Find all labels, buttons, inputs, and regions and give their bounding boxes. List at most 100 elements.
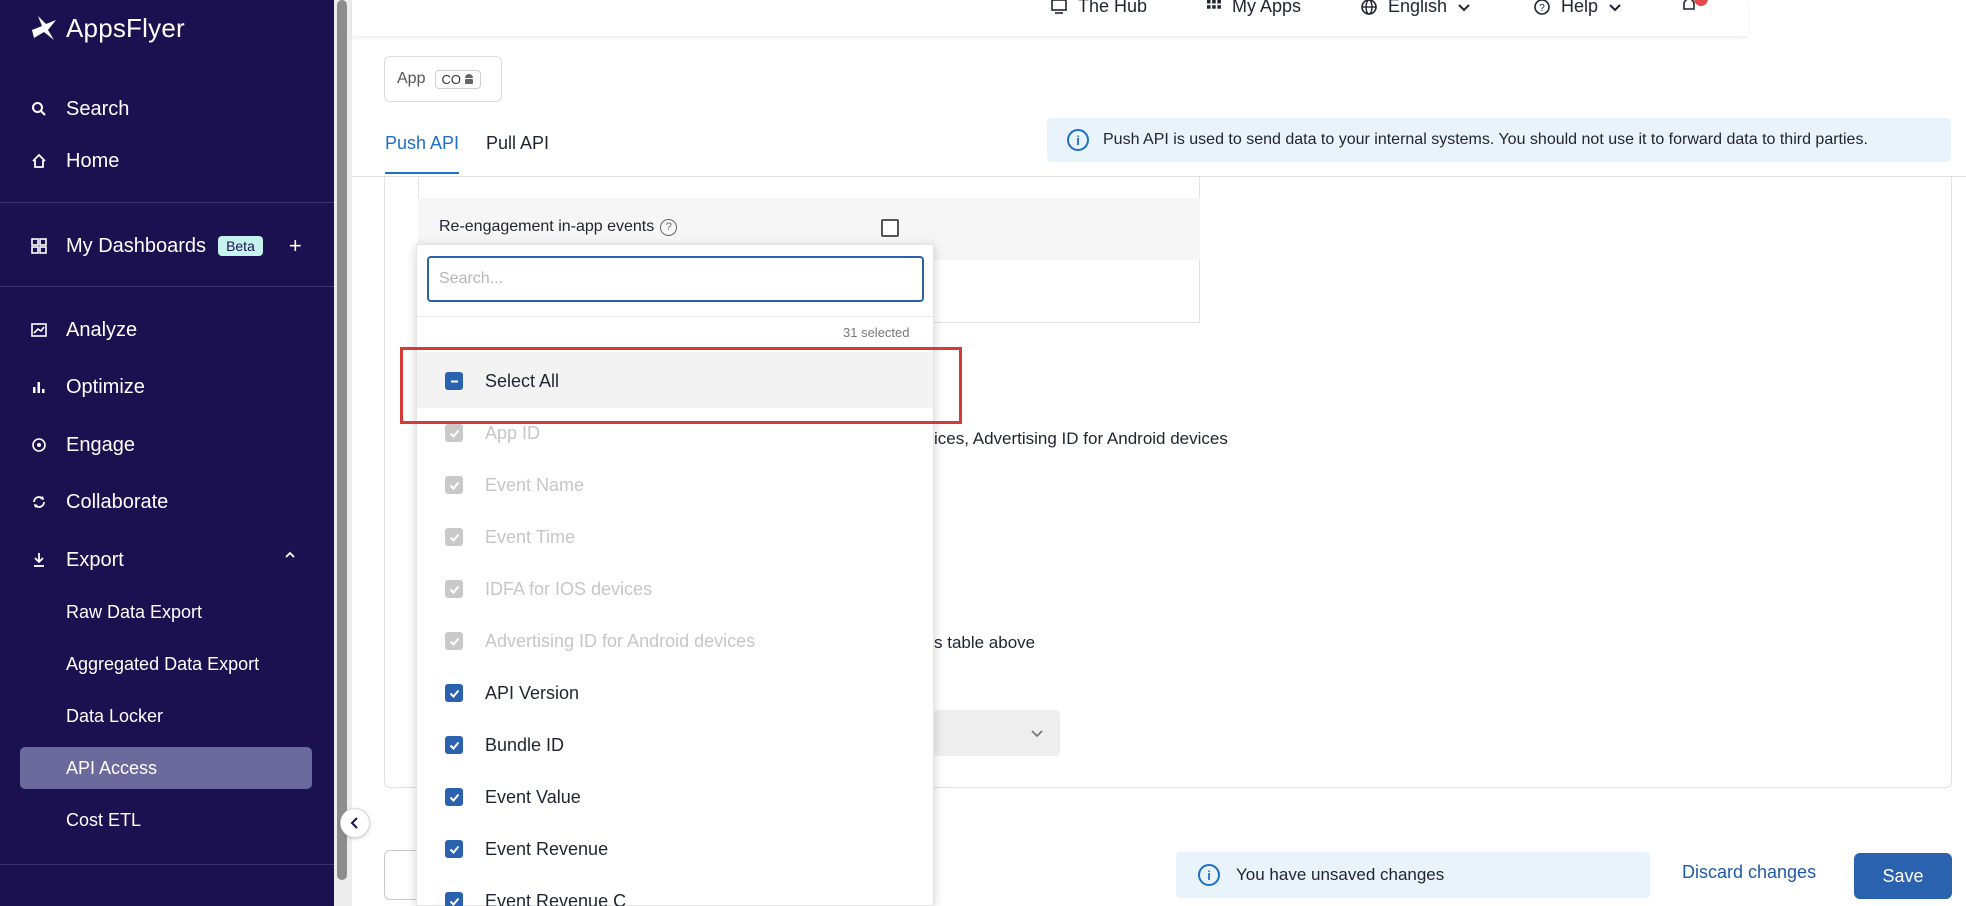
- search-icon: [30, 100, 48, 118]
- sidebar-item-home[interactable]: Home: [30, 143, 119, 179]
- globe-icon: [1361, 0, 1377, 15]
- option-label: App ID: [485, 422, 541, 443]
- sidebar-item-api-access[interactable]: API Access: [66, 751, 157, 785]
- chevron-left-icon: [350, 817, 358, 829]
- apps-grid-icon: [1207, 0, 1221, 9]
- help-menu[interactable]: ? Help: [1533, 0, 1622, 17]
- sidebar-item-optimize[interactable]: Optimize: [30, 369, 145, 405]
- sidebar-item-raw-data-export[interactable]: Raw Data Export: [66, 595, 202, 629]
- dropdown-option: IDFA for IOS devices: [445, 574, 652, 604]
- option-label: Event Time: [485, 526, 576, 547]
- option-label: Event Revenue C: [485, 890, 627, 906]
- add-dashboard-button[interactable]: +: [289, 233, 302, 259]
- checkbox-checked-icon: [445, 632, 463, 650]
- info-banner-text: Push API is used to send data to your in…: [1103, 131, 1868, 148]
- option-label: Bundle ID: [485, 734, 565, 755]
- dropdown-option[interactable]: Event Revenue: [445, 834, 608, 864]
- sidebar-scrollbar[interactable]: [337, 0, 347, 880]
- checkbox-checked-icon: [445, 580, 463, 598]
- sidebar-item-analyze[interactable]: Analyze: [30, 312, 137, 348]
- hub-label: The Hub: [1078, 0, 1148, 16]
- checkbox-checked-icon: [445, 788, 463, 806]
- option-label: Event Value: [485, 786, 581, 807]
- sidebar-item-data-locker[interactable]: Data Locker: [66, 699, 163, 733]
- reengagement-checkbox[interactable]: [881, 219, 899, 237]
- sidebar-item-label: Home: [66, 149, 120, 172]
- app-selector-label: App: [397, 70, 426, 87]
- my-apps-link[interactable]: My Apps: [1206, 0, 1301, 17]
- save-button[interactable]: Save: [1854, 853, 1952, 899]
- dropdown-option[interactable]: Bundle ID: [445, 730, 564, 760]
- sidebar-item-label: Export: [66, 548, 124, 571]
- option-label: Event Revenue: [485, 838, 609, 859]
- option-label: API Version: [485, 682, 580, 703]
- selected-count: 31 selected: [843, 325, 910, 340]
- option-label: Event Name: [485, 474, 585, 495]
- dropdown-option[interactable]: Event Value: [445, 782, 581, 812]
- chevron-up-icon[interactable]: [283, 548, 297, 567]
- reengagement-label: Re-engagement in-app events: [439, 218, 655, 235]
- option-label: Advertising ID for Android devices: [485, 630, 756, 651]
- info-icon: i: [1067, 129, 1089, 151]
- tab-pull-api[interactable]: Pull API: [486, 133, 549, 154]
- fields-summary-text: ices, Advertising ID for Android devices: [934, 429, 1228, 448]
- sidebar-divider: [0, 864, 334, 865]
- home-icon: [30, 152, 48, 170]
- dropdown-option[interactable]: Event Revenue C: [445, 886, 626, 906]
- hub-icon: [1051, 0, 1067, 14]
- discard-changes-button[interactable]: Discard changes: [1682, 862, 1816, 883]
- sidebar-item-export[interactable]: Export: [30, 542, 124, 578]
- sidebar-item-label: Analyze: [66, 318, 138, 341]
- appsflyer-logo-icon: [32, 16, 56, 40]
- language-label: English: [1388, 0, 1448, 16]
- sidebar-item-label: Optimize: [66, 375, 145, 398]
- beta-badge: Beta: [218, 236, 263, 256]
- push-api-info-banner: i Push API is used to send data to your …: [1047, 118, 1951, 162]
- checkbox-checked-icon: [445, 476, 463, 494]
- sidebar-divider: [0, 286, 334, 287]
- my-apps-label: My Apps: [1232, 0, 1302, 16]
- collapse-sidebar-button[interactable]: [340, 808, 370, 838]
- dropdown-divider: [417, 316, 933, 317]
- active-item-highlight: [20, 747, 312, 789]
- reengagement-label-wrap: Re-engagement in-app events ?: [439, 218, 678, 236]
- language-selector[interactable]: English: [1360, 0, 1471, 17]
- help-icon: ?: [1534, 0, 1550, 15]
- sidebar-item-collaborate[interactable]: Collaborate: [30, 484, 168, 520]
- dropdown-option[interactable]: API Version: [445, 678, 579, 708]
- dashboard-icon: [30, 237, 48, 255]
- app-chip-value: CO: [441, 71, 461, 87]
- dropdown-option: Advertising ID for Android devices: [445, 626, 755, 656]
- android-icon: [464, 74, 473, 84]
- method-select[interactable]: [934, 710, 1060, 756]
- app-selector[interactable]: App CO: [384, 56, 502, 102]
- info-icon: i: [1198, 864, 1220, 886]
- sidebar-item-label: Collaborate: [66, 490, 169, 513]
- svg-text:?: ?: [1539, 3, 1545, 14]
- chevron-down-icon: [1458, 3, 1470, 11]
- unsaved-text: You have unsaved changes: [1236, 865, 1445, 884]
- sidebar: AppsFlyer Search Home My Dashboards Beta…: [0, 0, 334, 906]
- sidebar-item-search[interactable]: Search: [30, 91, 129, 127]
- logo-text: AppsFlyer: [66, 12, 185, 43]
- appsflyer-logo[interactable]: AppsFlyer: [28, 6, 185, 50]
- tab-push-api[interactable]: Push API: [385, 133, 459, 154]
- sidebar-item-engage[interactable]: Engage: [30, 427, 135, 463]
- sidebar-item-cost-etl[interactable]: Cost ETL: [66, 803, 141, 837]
- question-icon[interactable]: ?: [660, 218, 678, 236]
- download-icon: [30, 551, 48, 569]
- active-tab-indicator: [385, 172, 459, 174]
- sidebar-item-dashboards[interactable]: My Dashboards Beta +: [30, 228, 302, 264]
- dropdown-option: Event Time: [445, 522, 575, 552]
- sidebar-item-aggregated-data-export[interactable]: Aggregated Data Export: [66, 647, 259, 681]
- dropdown-option: Event Name: [445, 470, 584, 500]
- sidebar-item-label: Engage: [66, 433, 135, 456]
- sync-icon: [30, 493, 48, 511]
- app-chip: CO: [435, 69, 481, 89]
- bar-chart-icon: [30, 378, 48, 396]
- engage-icon: [30, 436, 48, 454]
- the-hub-link[interactable]: The Hub: [1050, 0, 1147, 17]
- sidebar-item-label: Search: [66, 97, 130, 120]
- dropdown-search-input[interactable]: [427, 256, 924, 302]
- sidebar-divider: [0, 202, 334, 203]
